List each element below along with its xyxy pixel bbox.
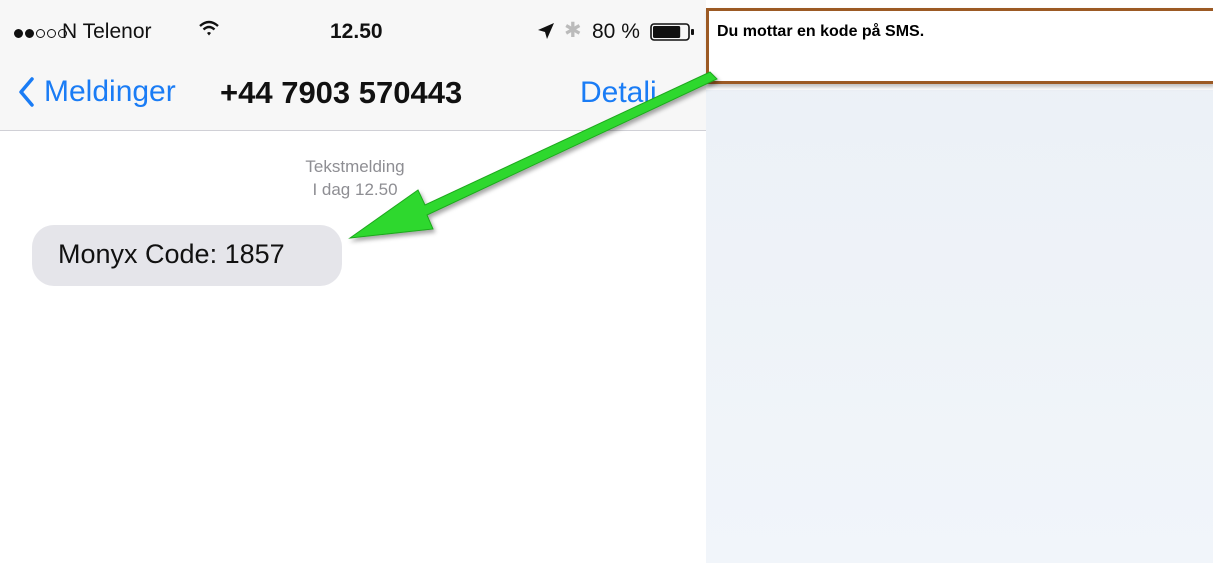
incoming-message-bubble[interactable]: Monyx Code: 1857 — [32, 225, 342, 286]
back-label: Meldinger — [44, 75, 176, 108]
carrier-name: N Telenor — [62, 20, 152, 43]
phone-screenshot: N Telenor 12.50 ✱ 80 % Meldinger +44 790… — [0, 0, 706, 563]
message-timestamp: I dag 12.50 — [312, 180, 398, 199]
message-type-label: Tekstmelding — [305, 157, 405, 176]
callout-text: Du mottar en kode på SMS. — [717, 23, 925, 40]
navigation-bar: Meldinger +44 7903 570443 Detalj — [0, 58, 706, 131]
details-button[interactable]: Detalj — [580, 76, 657, 110]
annotation-callout: Du mottar en kode på SMS. — [706, 8, 1213, 84]
wifi-icon — [199, 20, 219, 36]
status-bar: N Telenor 12.50 ✱ 80 % — [0, 0, 706, 58]
location-arrow-icon — [538, 23, 554, 39]
conversation-title: +44 7903 570443 — [220, 75, 463, 110]
battery-percent: 80 % — [592, 20, 640, 43]
battery-icon — [650, 23, 694, 41]
background-panel — [706, 0, 1213, 563]
chevron-left-icon — [19, 77, 34, 107]
bluetooth-icon: ✱ — [564, 19, 582, 42]
back-button[interactable]: Meldinger — [18, 72, 176, 112]
status-time: 12.50 — [330, 20, 383, 43]
signal-dots-icon — [14, 25, 69, 43]
